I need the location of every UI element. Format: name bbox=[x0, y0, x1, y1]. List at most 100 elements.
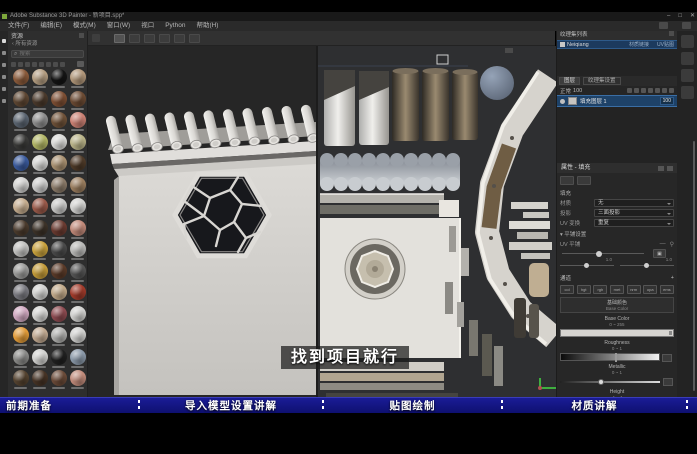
roughness-slider[interactable] bbox=[560, 353, 672, 362]
material-sphere-50[interactable] bbox=[49, 327, 68, 349]
material-sphere-4[interactable] bbox=[11, 90, 30, 113]
scrollbar[interactable] bbox=[693, 141, 695, 391]
viewport-2d[interactable] bbox=[318, 46, 562, 400]
camera-icon[interactable] bbox=[129, 33, 140, 43]
collapse-icon[interactable] bbox=[658, 165, 664, 171]
material-sphere-21[interactable] bbox=[30, 176, 49, 199]
assets-search[interactable]: ⌕ bbox=[11, 50, 84, 58]
material-sphere-51[interactable] bbox=[68, 327, 87, 349]
material-sphere-58[interactable] bbox=[49, 370, 68, 392]
material-sphere-41[interactable] bbox=[30, 284, 49, 306]
material-sphere-48[interactable] bbox=[11, 327, 30, 349]
material-sphere-8[interactable] bbox=[11, 112, 30, 134]
material-sphere-36[interactable] bbox=[11, 262, 30, 285]
material-sphere-23[interactable] bbox=[68, 176, 87, 199]
add-effect-icon[interactable] bbox=[627, 88, 632, 93]
scale-y-slider[interactable]: 1.0 bbox=[620, 257, 674, 270]
filter-textures-icon[interactable] bbox=[60, 61, 65, 67]
material-sphere-18[interactable] bbox=[49, 155, 68, 177]
material-sphere-49[interactable] bbox=[30, 327, 49, 349]
filter-alphas-icon[interactable] bbox=[53, 61, 58, 67]
smudge-tool-icon[interactable] bbox=[2, 87, 6, 91]
shader-settings-icon[interactable] bbox=[680, 52, 694, 65]
menu-item-2[interactable]: 模式(M) bbox=[68, 21, 101, 31]
layer-row-selected[interactable]: 填充图层 1 100 bbox=[557, 95, 677, 107]
material-sphere-33[interactable] bbox=[30, 241, 49, 263]
minus-icon[interactable]: — bbox=[660, 241, 666, 248]
property-dropdown[interactable]: 三面投影 bbox=[594, 209, 674, 217]
material-sphere-13[interactable] bbox=[30, 133, 49, 156]
filter-smart-masks-icon[interactable] bbox=[32, 61, 37, 67]
add-channel-icon[interactable]: + bbox=[671, 275, 674, 281]
material-sphere-57[interactable] bbox=[30, 370, 49, 392]
close-button[interactable]: ✕ bbox=[690, 12, 695, 21]
channel-chip-rgh[interactable]: rgh bbox=[593, 285, 608, 294]
material-sphere-35[interactable] bbox=[68, 241, 87, 263]
mask-mode-icon[interactable] bbox=[577, 176, 591, 185]
layout-icon[interactable] bbox=[659, 22, 668, 29]
chapter-tab-0[interactable]: 前期准备 bbox=[0, 398, 138, 413]
clone-tool-icon[interactable] bbox=[2, 99, 6, 103]
metallic-texture-icon[interactable] bbox=[663, 377, 673, 386]
menu-item-0[interactable]: 文件(F) bbox=[3, 21, 34, 31]
material-sphere-53[interactable] bbox=[30, 348, 49, 371]
material-sphere-47[interactable] bbox=[68, 305, 87, 328]
blend-mode-dropdown[interactable]: 正常 bbox=[560, 87, 571, 95]
layer-opacity[interactable]: 100 bbox=[659, 97, 674, 105]
filter-materials-icon[interactable] bbox=[18, 61, 23, 67]
chapter-tab-3[interactable]: 材质讲解 bbox=[503, 398, 686, 413]
menu-item-3[interactable]: 窗口(W) bbox=[102, 21, 135, 31]
filter-smart-materials-icon[interactable] bbox=[25, 61, 30, 67]
material-sphere-7[interactable] bbox=[68, 90, 87, 113]
workspace-icon[interactable] bbox=[682, 22, 691, 29]
material-sphere-31[interactable] bbox=[68, 219, 87, 242]
chapter-tab-2[interactable]: 贴图绘制 bbox=[324, 398, 501, 413]
metallic-slider[interactable] bbox=[560, 377, 673, 386]
perspective-icon[interactable] bbox=[114, 33, 125, 43]
material-sphere-5[interactable] bbox=[30, 90, 49, 113]
material-sphere-27[interactable] bbox=[68, 198, 87, 220]
material-sphere-6[interactable] bbox=[49, 90, 68, 113]
channel-chip-opa[interactable]: opa bbox=[643, 285, 658, 294]
paint-tool-icon[interactable] bbox=[2, 39, 6, 43]
material-sphere-39[interactable] bbox=[68, 262, 87, 285]
eraser-tool-icon[interactable] bbox=[2, 51, 6, 55]
property-dropdown[interactable]: 无 bbox=[594, 199, 674, 207]
material-sphere-0[interactable] bbox=[11, 69, 30, 91]
menu-item-5[interactable]: Python bbox=[160, 21, 190, 31]
filter-all-icon[interactable] bbox=[11, 61, 16, 67]
material-sphere-22[interactable] bbox=[49, 176, 68, 199]
polygon-fill-tool-icon[interactable] bbox=[2, 75, 6, 79]
assets-menu-icon[interactable] bbox=[79, 33, 84, 38]
material-sphere-54[interactable] bbox=[49, 348, 68, 371]
tab-texture-set-settings[interactable]: 纹理集设置 bbox=[583, 77, 621, 85]
add-smart-material-icon[interactable] bbox=[641, 88, 646, 93]
symmetry-icon[interactable] bbox=[159, 33, 170, 43]
material-sphere-14[interactable] bbox=[49, 133, 68, 156]
minimize-button[interactable]: – bbox=[667, 12, 670, 21]
filter-filters-icon[interactable] bbox=[39, 61, 44, 67]
link-icon[interactable]: ⚲ bbox=[670, 241, 674, 248]
material-sphere-59[interactable] bbox=[68, 370, 87, 392]
material-sphere-40[interactable] bbox=[11, 284, 30, 306]
texture-set-row[interactable]: Neiqiang 材质链接 UV贴图 bbox=[557, 40, 677, 49]
material-sphere-16[interactable] bbox=[11, 155, 30, 177]
material-sphere-20[interactable] bbox=[11, 176, 30, 199]
chapter-tab-1[interactable]: 导入模型设置讲解 bbox=[140, 398, 322, 413]
display-settings-icon[interactable] bbox=[680, 35, 694, 48]
panel-menu-icon[interactable] bbox=[669, 31, 674, 36]
material-sphere-52[interactable] bbox=[11, 348, 30, 371]
material-sphere-1[interactable] bbox=[30, 69, 49, 91]
material-sphere-25[interactable] bbox=[30, 198, 49, 220]
tiling-slider[interactable]: ▣ bbox=[560, 248, 674, 258]
channel-chip-met[interactable]: met bbox=[609, 285, 625, 294]
lock-icon[interactable]: ▣ bbox=[653, 248, 666, 258]
material-sphere-38[interactable] bbox=[49, 262, 68, 285]
channel-chip-ems[interactable]: ems bbox=[659, 285, 674, 294]
material-sphere-15[interactable] bbox=[68, 133, 87, 156]
projection-tool-icon[interactable] bbox=[2, 63, 6, 67]
material-sphere-46[interactable] bbox=[49, 305, 68, 328]
material-sphere-26[interactable] bbox=[49, 198, 68, 220]
filter-brushes-icon[interactable] bbox=[46, 61, 51, 67]
material-sphere-43[interactable] bbox=[68, 284, 87, 306]
